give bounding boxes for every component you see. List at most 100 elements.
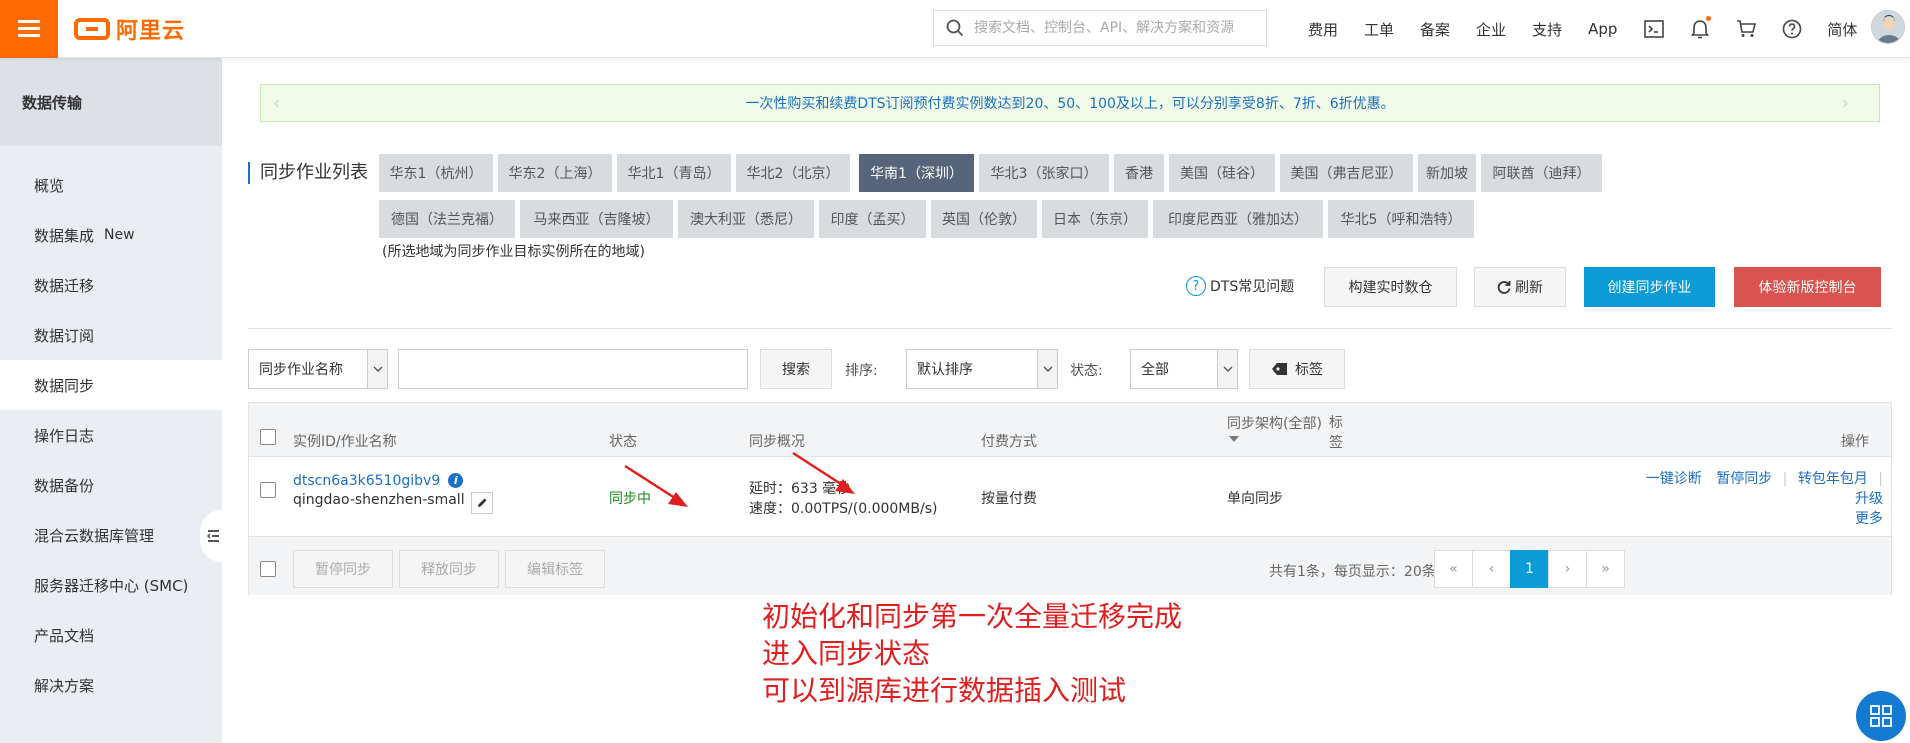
region-tab[interactable]: 华北3（张家口） [979,154,1109,192]
region-tab[interactable]: 香港 [1114,154,1164,192]
edit-name-button[interactable] [470,492,493,514]
sidebar-item-overview[interactable]: 概览 [0,160,222,210]
upgrade-link[interactable]: 升级 [1855,491,1883,507]
refresh-button[interactable]: 刷新 [1474,267,1566,307]
notice-next-arrow[interactable]: › [1842,93,1849,114]
notification-dot [1706,16,1712,21]
region-tab[interactable]: 华东1（杭州） [379,154,493,192]
aliyun-logo[interactable]: 阿里云 [74,13,185,45]
bell-icon[interactable] [1689,16,1712,40]
help-icon[interactable] [1781,18,1803,40]
refresh-icon [1497,281,1511,294]
info-icon[interactable]: i [448,473,464,488]
pause-sync-link[interactable]: 暂停同步 [1716,471,1772,487]
sidebar-item-smc[interactable]: 服务器迁移中心 (SMC) [0,560,222,610]
notice-prev-arrow[interactable]: ‹ [273,93,280,114]
region-tab[interactable]: 印度（孟买） [819,200,926,238]
diagnose-link[interactable]: 一键诊断 [1646,471,1702,487]
global-search[interactable] [933,10,1267,46]
new-console-button[interactable]: 体验新版控制台 [1734,267,1881,307]
region-tab[interactable]: 印度尼西亚（雅加达） [1153,200,1323,238]
sidebar-item-data-integration[interactable]: 数据集成 New [0,210,222,260]
region-tab[interactable]: 华北2（北京） [736,154,850,192]
sort-label: 排序: [845,363,878,379]
prev-page-button[interactable]: ‹ [1472,550,1511,588]
sidebar-item-label: 数据迁移 [34,276,95,295]
dts-faq-link[interactable]: ? DTS常见问题 [1186,276,1294,296]
table-footer: 暂停同步 释放同步 编辑标签 共有1条，每页显示：20条 « ‹ 1 › » [249,537,1891,595]
nav-billing[interactable]: 费用 [1308,19,1338,40]
first-page-button[interactable]: « [1434,550,1473,588]
floating-apps-button[interactable] [1856,691,1906,741]
region-tab[interactable]: 华北5（呼和浩特） [1328,200,1474,238]
sidebar-item-solutions[interactable]: 解决方案 [0,660,222,710]
region-tab[interactable]: 美国（硅谷） [1169,154,1275,192]
cart-icon[interactable] [1735,18,1757,40]
sidebar-item-operation-log[interactable]: 操作日志 [0,410,222,460]
col-arch-filter[interactable]: 同步架构(全部) [1227,413,1322,433]
region-tab[interactable]: 英国（伦敦） [931,200,1037,238]
pencil-icon [477,498,487,507]
grid-icon [1870,705,1892,727]
terminal-icon[interactable] [1643,18,1665,40]
search-text-input[interactable] [398,349,748,389]
nav-enterprise[interactable]: 企业 [1476,19,1506,40]
sidebar-item-data-subscription[interactable]: 数据订阅 [0,310,222,360]
region-tab[interactable]: 澳大利亚（悉尼） [678,200,814,238]
sidebar-item-label: 混合云数据库管理 [34,526,155,545]
build-warehouse-button[interactable]: 构建实时数仓 [1324,267,1457,307]
sidebar-item-hybrid-cloud-db[interactable]: 混合云数据库管理 [0,510,222,560]
row-checkbox[interactable] [260,482,276,498]
select-all-checkbox[interactable] [260,429,276,445]
tag-filter-button[interactable]: 标签 [1249,349,1345,389]
sidebar-item-label: 概览 [34,176,65,195]
region-tab[interactable]: 马来西亚（吉隆坡） [520,200,673,238]
sidebar-item-label: 数据订阅 [34,326,95,345]
annotation-line: 可以到源库进行数据插入测试 [762,674,1127,707]
instance-id-link[interactable]: dtscn6a3k6510gibv9 [293,473,440,489]
sidebar-item-data-migration[interactable]: 数据迁移 [0,260,222,310]
menu-button[interactable] [0,0,58,58]
bulk-release-button[interactable]: 释放同步 [399,550,499,588]
last-page-button[interactable]: » [1586,550,1625,588]
language-switch[interactable]: 简体 [1827,19,1857,40]
bulk-edit-tag-button[interactable]: 编辑标签 [505,550,605,588]
footer-select-all-checkbox[interactable] [260,561,276,577]
sync-architecture: 单向同步 [1227,491,1283,507]
nav-app[interactable]: App [1588,20,1617,38]
search-input[interactable] [974,20,1254,36]
caret-down-icon [1229,436,1239,442]
sort-select[interactable]: 默认排序 [906,349,1058,389]
speed: 速度：0.00TPS/(0.000MB/s) [749,501,938,517]
more-link[interactable]: 更多 [1855,511,1883,527]
avatar[interactable] [1871,10,1905,44]
sidebar-item-data-sync[interactable]: 数据同步 [0,360,222,410]
region-tab[interactable]: 日本（东京） [1042,200,1148,238]
region-tab[interactable]: 德国（法兰克福） [379,200,515,238]
sidebar-item-data-backup[interactable]: 数据备份 [0,460,222,510]
sidebar-menu: 概览 数据集成 New 数据迁移 数据订阅 数据同步 操作日志 数据备份 混合云数… [0,146,222,710]
page-1-button[interactable]: 1 [1510,550,1549,588]
nav-icp[interactable]: 备案 [1420,19,1450,40]
next-page-button[interactable]: › [1548,550,1587,588]
status-select[interactable]: 全部 [1130,349,1238,389]
sidebar: 数据传输 概览 数据集成 New 数据迁移 数据订阅 数据同步 操作日志 数据备份… [0,58,222,743]
nav-ticket[interactable]: 工单 [1364,19,1394,40]
col-overview: 同步概况 [749,434,805,450]
sidebar-item-product-docs[interactable]: 产品文档 [0,610,222,660]
region-tab[interactable]: 华东2（上海） [498,154,612,192]
region-tab[interactable]: 美国（弗吉尼亚） [1280,154,1413,192]
convert-subscription-link[interactable]: 转包年包月 [1798,471,1868,487]
search-button[interactable]: 搜索 [760,349,832,389]
create-sync-job-button[interactable]: 创建同步作业 [1584,267,1715,307]
region-tab-active[interactable]: 华南1（深圳） [859,154,974,192]
bulk-pause-button[interactable]: 暂停同步 [293,550,393,588]
nav-support[interactable]: 支持 [1532,19,1562,40]
region-tab[interactable]: 华北1（青岛） [617,154,731,192]
table-row: dtscn6a3k6510gibv9 i qingdao-shenzhen-sma… [249,457,1891,537]
region-tab[interactable]: 阿联酋（迪拜） [1481,154,1602,192]
field-select[interactable]: 同步作业名称 [248,349,388,389]
question-icon: ? [1186,276,1206,296]
region-tab[interactable]: 新加坡 [1418,154,1476,192]
promo-notice: ‹ 一次性购买和续费DTS订阅预付费实例数达到20、50、100及以上，可以分别… [260,84,1880,122]
